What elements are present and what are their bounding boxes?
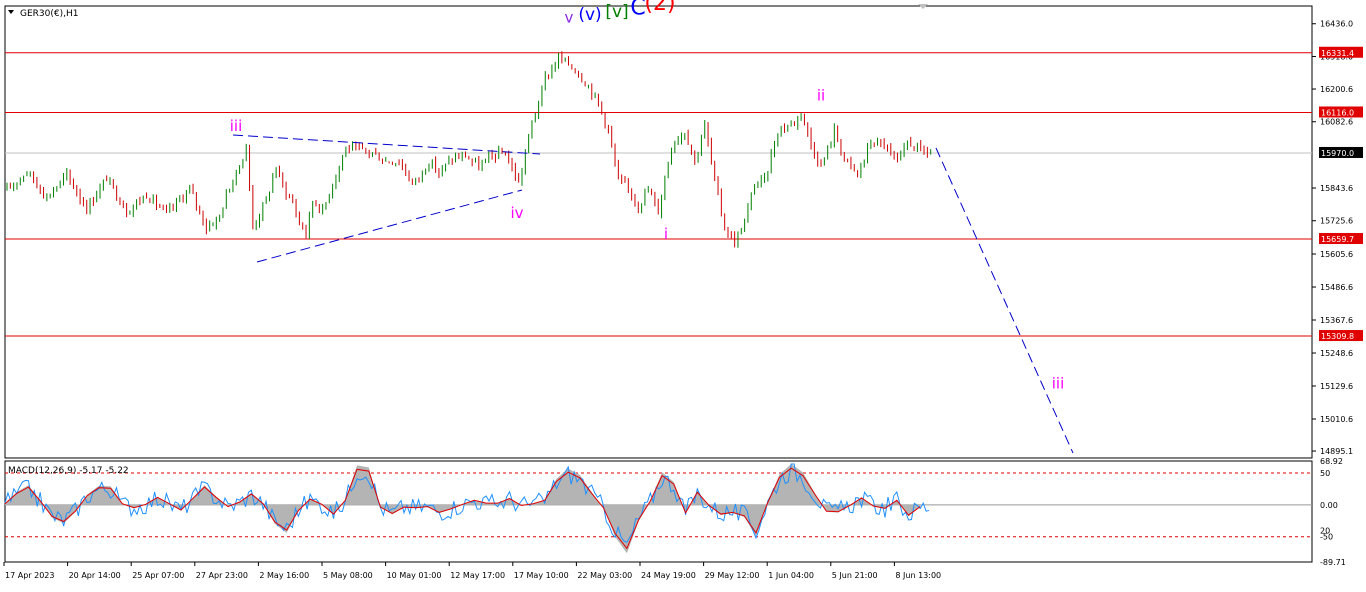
trend-line[interactable] (232, 134, 541, 155)
wave-label: [v] (605, 2, 628, 22)
price-axis-label: 16082.6 (1320, 118, 1353, 127)
time-axis-label: 29 May 12:00 (705, 571, 760, 580)
time-axis-label: 8 Jun 13:00 (895, 571, 941, 580)
macd-axis-label: 20 (1320, 526, 1330, 535)
price-axis-label: 14895.1 (1320, 447, 1353, 456)
wave-label: iii (230, 117, 243, 135)
price-axis-label: 15010.6 (1320, 415, 1353, 424)
wave-label: v (565, 9, 574, 27)
level-price-label: 15309.8 (1321, 332, 1354, 341)
price-axis-label: 15248.6 (1320, 349, 1353, 358)
candlestick-series (6, 51, 932, 248)
time-axis-label: 17 Apr 2023 (5, 571, 54, 580)
chart-frames (4, 4, 1313, 563)
level-price-label: 16116.0 (1321, 108, 1354, 117)
time-axis-label: 5 May 08:00 (323, 571, 373, 580)
level-price-label: 16331.4 (1321, 49, 1354, 58)
macd-axis-label: 0.00 (1320, 501, 1338, 510)
price-axis: 16436.016318.016200.616082.615843.615725… (1312, 20, 1363, 456)
wave-label: C (630, 0, 645, 20)
chart-svg[interactable]: iiiivv (v) [v] C(2)iiiiii 68.92500.00-5020-… (0, 0, 1366, 588)
time-axis-label: 1 Jun 04:00 (768, 571, 814, 580)
time-axis-label: 12 May 17:00 (450, 571, 505, 580)
trend-lines (232, 134, 1074, 454)
level-price-label: 15659.7 (1321, 235, 1354, 244)
time-axis-label: 17 May 10:00 (514, 571, 569, 580)
chart-gridlines (5, 52, 1312, 337)
time-axis-label: 25 Apr 07:00 (132, 571, 184, 580)
chart-title: GER30(€),H1 (20, 9, 78, 19)
wave-label: (v) (578, 5, 601, 25)
macd-axis-label: 50 (1320, 469, 1330, 478)
price-axis-label: 15486.6 (1320, 283, 1353, 292)
macd-histogram (5, 464, 921, 554)
wave-label: i (664, 225, 668, 243)
time-axis-label: 20 Apr 14:00 (69, 571, 121, 580)
trend-line[interactable] (256, 189, 523, 263)
time-axis-label: 5 Jun 21:00 (832, 571, 878, 580)
wave-label: iii (1052, 375, 1065, 393)
macd-axis-label: 68.92 (1320, 457, 1343, 466)
chart-window[interactable]: iii iv v (v) [v] C (2) i ii iii 68.92 50 0.00 -50 20-… (0, 0, 1366, 588)
macd-axis-label: -89.71 (1320, 558, 1346, 567)
main-pane-frame (4, 5, 1313, 459)
price-axis-label: 15843.6 (1320, 184, 1353, 193)
time-axis: 17 Apr 2023 20 Apr 14:00 25 Apr 07:00 27 Ap… (3, 562, 941, 580)
price-axis-label: 16436.0 (1320, 20, 1353, 29)
wave-annotations: iiiivv (v) [v] C(2)iiiiii (230, 0, 1065, 393)
wave-label: (2) (644, 0, 675, 16)
time-axis-label: 24 May 19:00 (641, 571, 696, 580)
price-axis-label: 15367.6 (1320, 316, 1353, 325)
price-axis-label: 15129.6 (1320, 382, 1353, 391)
time-axis-label: 10 May 01:00 (387, 571, 442, 580)
price-axis-label: 15605.6 (1320, 250, 1353, 259)
time-axis-label: 2 May 16:00 (259, 571, 309, 580)
price-axis-label: 16200.6 (1320, 85, 1353, 94)
trend-line[interactable] (935, 147, 1074, 454)
time-axis-label: 22 May 03:00 (577, 571, 632, 580)
macd-pane-frame (4, 460, 1313, 563)
chart-title-arrow-icon[interactable] (8, 10, 14, 14)
macd-label: MACD(12,26,9) -5.17 -5.22 (8, 466, 129, 476)
wave-label: iv (510, 204, 523, 222)
current-price-label: 15970.0 (1321, 149, 1354, 158)
macd-pane: 68.92500.00-5020-89.71 (4, 457, 1346, 567)
time-axis-label: 27 Apr 23:00 (196, 571, 248, 580)
wave-label: ii (817, 86, 825, 104)
price-axis-label: 15725.6 (1320, 217, 1353, 226)
